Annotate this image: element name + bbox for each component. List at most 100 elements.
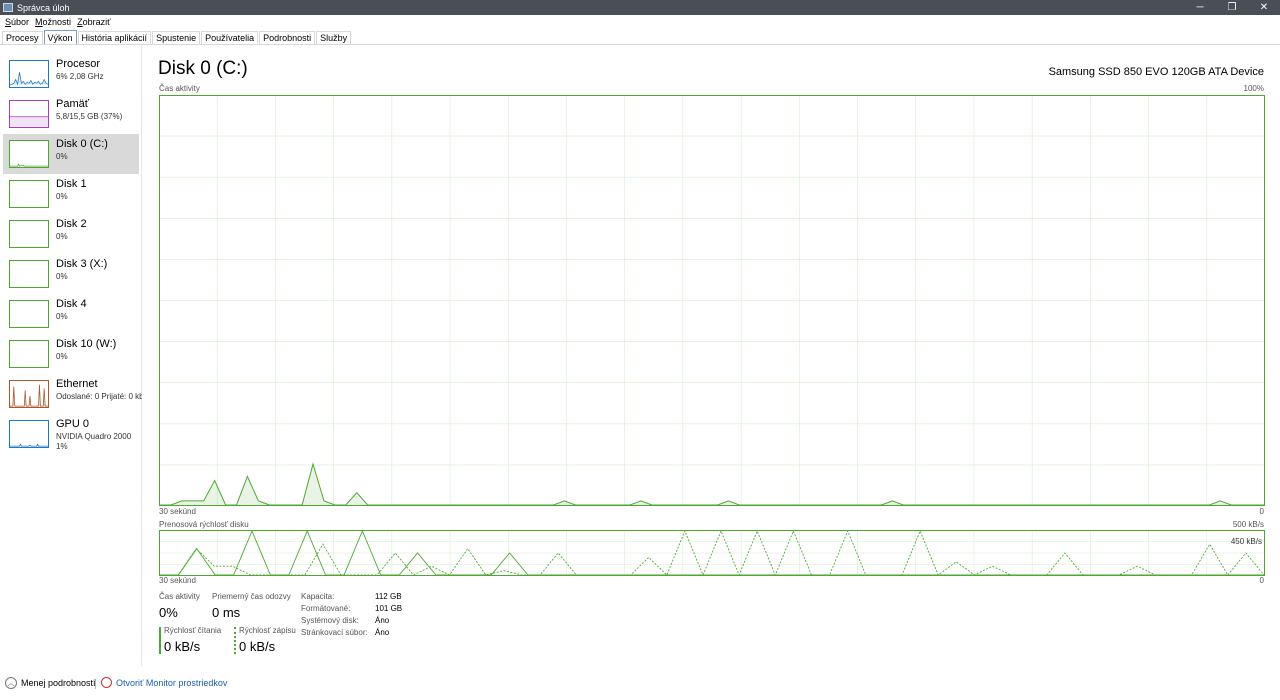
footer-divider bbox=[95, 679, 96, 689]
sidebar-item-disk10[interactable]: Disk 10 (W:) 0% bbox=[3, 334, 139, 374]
sidebar-item-ethernet[interactable]: Ethernet Odoslané: 0 Prijaté: 0 kb bbox=[3, 374, 142, 414]
sidebar-item-label: Disk 3 (X:) bbox=[56, 258, 108, 270]
page-file-value: Áno bbox=[375, 628, 390, 637]
sidebar-item-disk2[interactable]: Disk 2 0% bbox=[3, 214, 139, 254]
disk0-thumbnail bbox=[9, 140, 49, 168]
sidebar-item-label: Disk 1 bbox=[56, 178, 87, 190]
disk3-thumbnail bbox=[9, 260, 49, 288]
sidebar-item-sub: 0% bbox=[56, 352, 68, 361]
resource-monitor-icon bbox=[101, 677, 112, 688]
ethernet-thumbnail bbox=[9, 380, 49, 408]
sidebar-item-sub: 6% 2,08 GHz bbox=[56, 72, 104, 81]
window-title: Správca úloh bbox=[17, 2, 70, 13]
response-time-value: 0 ms bbox=[212, 605, 241, 620]
transfer-chart bbox=[159, 530, 1265, 576]
title-bar: Správca úloh ─ ❐ ✕ bbox=[0, 0, 1280, 15]
tab-historia[interactable]: História aplikácií bbox=[77, 31, 152, 44]
sidebar-item-label: Disk 0 (C:) bbox=[56, 138, 108, 150]
chevron-up-icon: ︿ bbox=[5, 677, 17, 689]
transfer-chart-mid: 450 kB/s bbox=[1230, 537, 1262, 546]
response-time-label: Priemerný čas odozvy bbox=[212, 592, 291, 601]
menu-moznosti[interactable]: Možnosti bbox=[32, 17, 74, 27]
tab-bar: Procesy Výkon História aplikácií Spusten… bbox=[0, 30, 1280, 45]
sidebar-item-sub: 0% bbox=[56, 192, 68, 201]
sidebar-item-label: Disk 2 bbox=[56, 218, 87, 230]
fewer-details-button[interactable]: ︿ Menej podrobností bbox=[5, 677, 96, 689]
formatted-value: 101 GB bbox=[375, 604, 403, 613]
sidebar-item-label: Disk 10 (W:) bbox=[56, 338, 117, 350]
cpu-thumbnail bbox=[9, 60, 49, 88]
read-speed-marker bbox=[159, 627, 161, 654]
menu-zobrazit[interactable]: Zobraziť bbox=[74, 17, 113, 27]
menu-bar: Súbor Možnosti Zobraziť bbox=[0, 15, 1280, 29]
open-resource-monitor-link[interactable]: Otvoriť Monitor prostriedkov bbox=[101, 677, 227, 688]
sidebar-item-sub: 0% bbox=[56, 232, 68, 241]
sidebar-item-procesor[interactable]: Procesor 6% 2,08 GHz bbox=[3, 54, 139, 94]
tab-podrobnosti[interactable]: Podrobnosti bbox=[259, 31, 316, 44]
disk10-thumbnail bbox=[9, 340, 49, 368]
write-speed-marker bbox=[234, 627, 236, 654]
sidebar-item-label: Ethernet bbox=[56, 378, 98, 390]
write-speed-value: 0 kB/s bbox=[239, 639, 276, 654]
tab-spustenie[interactable]: Spustenie bbox=[152, 31, 201, 44]
active-time-value: 0% bbox=[159, 605, 178, 620]
sidebar-item-pamat[interactable]: Pamäť 5,8/15,5 GB (37%) bbox=[3, 94, 139, 134]
system-disk-label: Systémový disk: bbox=[301, 616, 359, 625]
footer-bar: ︿ Menej podrobností Otvoriť Monitor pros… bbox=[0, 676, 1280, 696]
tab-vykon[interactable]: Výkon bbox=[43, 30, 77, 44]
device-name: Samsung SSD 850 EVO 120GB ATA Device bbox=[1048, 66, 1264, 78]
sidebar-item-disk3[interactable]: Disk 3 (X:) 0% bbox=[3, 254, 139, 294]
system-disk-value: Áno bbox=[375, 616, 390, 625]
sidebar-item-sub: 0% bbox=[56, 152, 68, 161]
gpu-model: NVIDIA Quadro 2000 bbox=[56, 432, 132, 441]
gpu-thumbnail bbox=[9, 420, 49, 448]
sidebar-item-sub: 0% bbox=[56, 312, 68, 321]
disk4-thumbnail bbox=[9, 300, 49, 328]
tab-procesy[interactable]: Procesy bbox=[2, 31, 43, 44]
capacity-label: Kapacita: bbox=[301, 592, 335, 601]
open-resource-monitor-label: Otvoriť Monitor prostriedkov bbox=[116, 677, 228, 688]
formatted-label: Formátované: bbox=[301, 604, 351, 613]
disk1-thumbnail bbox=[9, 180, 49, 208]
disk-detail-panel: Disk 0 (C:) Samsung SSD 850 EVO 120GB AT… bbox=[158, 46, 1266, 666]
write-speed-label: Rýchlosť zápisu bbox=[239, 626, 296, 635]
read-speed-value: 0 kB/s bbox=[164, 639, 201, 654]
sidebar-item-gpu0[interactable]: GPU 0 NVIDIA Quadro 2000 1% bbox=[3, 414, 139, 454]
active-time-label: Čas aktivity bbox=[159, 592, 200, 601]
tab-sluzby[interactable]: Služby bbox=[316, 31, 352, 44]
menu-subor[interactable]: Súbor bbox=[2, 17, 32, 27]
sidebar-item-disk0[interactable]: Disk 0 (C:) 0% bbox=[3, 134, 139, 174]
memory-thumbnail bbox=[9, 100, 49, 128]
transfer-chart-min: 0 bbox=[1259, 576, 1264, 585]
sidebar-item-sub: 0% bbox=[56, 272, 68, 281]
activity-chart-max: 100% bbox=[1243, 84, 1264, 93]
page-title: Disk 0 (C:) bbox=[158, 58, 248, 79]
minimize-icon: ─ bbox=[1196, 2, 1204, 13]
sidebar-item-sub: NVIDIA Quadro 2000 1% bbox=[56, 432, 131, 452]
activity-chart-label: Čas aktivity bbox=[159, 84, 200, 93]
activity-chart-min: 0 bbox=[1259, 507, 1264, 516]
capacity-value: 112 GB bbox=[375, 592, 402, 601]
close-button[interactable]: ✕ bbox=[1248, 0, 1280, 15]
sidebar-item-label: GPU 0 bbox=[56, 418, 90, 430]
fewer-details-label: Menej podrobností bbox=[21, 678, 96, 688]
sidebar-item-disk4[interactable]: Disk 4 0% bbox=[3, 294, 139, 334]
sidebar-item-label: Disk 4 bbox=[56, 298, 87, 310]
restore-button[interactable]: ❐ bbox=[1216, 0, 1248, 15]
sidebar-item-sub: 5,8/15,5 GB (37%) bbox=[56, 112, 123, 121]
restore-icon: ❐ bbox=[1227, 2, 1237, 13]
disk2-thumbnail bbox=[9, 220, 49, 248]
task-manager-icon bbox=[3, 3, 13, 12]
activity-chart bbox=[159, 95, 1265, 506]
performance-sidebar: Procesor 6% 2,08 GHz Pamäť 5,8/15,5 GB (… bbox=[0, 46, 142, 666]
page-file-label: Stránkovací súbor: bbox=[301, 628, 368, 637]
transfer-chart-label: Prenosová rýchlosť disku bbox=[159, 520, 249, 529]
transfer-chart-max: 500 kB/s bbox=[1232, 520, 1264, 529]
tab-pouzivatelia[interactable]: Používatelia bbox=[201, 31, 259, 44]
transfer-chart-time: 30 sekúnd bbox=[159, 576, 196, 585]
gpu-usage: 1% bbox=[56, 442, 68, 451]
read-speed-label: Rýchlosť čítania bbox=[164, 626, 222, 635]
sidebar-item-disk1[interactable]: Disk 1 0% bbox=[3, 174, 139, 214]
sidebar-item-label: Pamäť bbox=[56, 98, 89, 110]
minimize-button[interactable]: ─ bbox=[1184, 0, 1216, 15]
